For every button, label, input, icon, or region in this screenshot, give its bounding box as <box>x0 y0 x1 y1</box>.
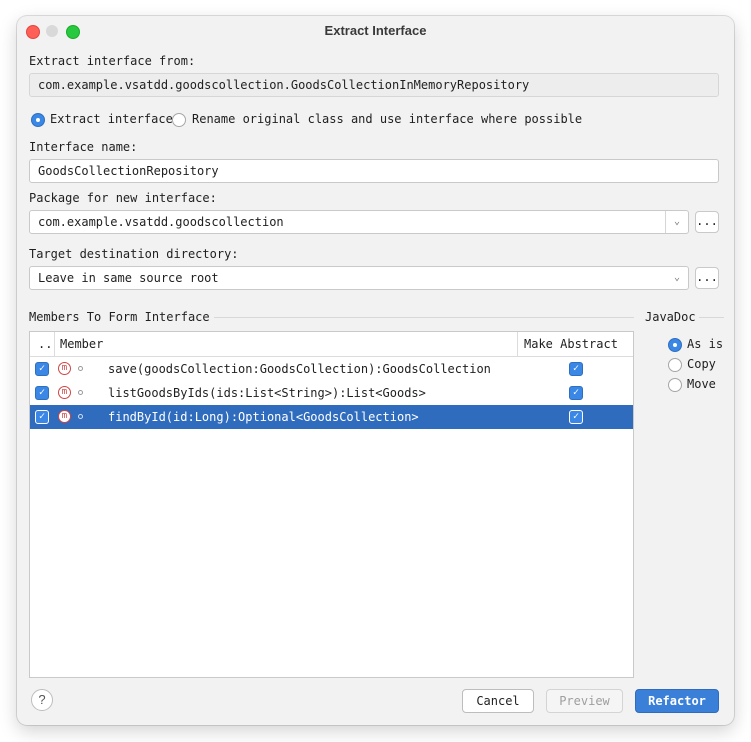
members-separator <box>214 317 634 318</box>
javadoc-as-is-label[interactable]: As is <box>687 337 723 351</box>
preview-button[interactable]: Preview <box>546 689 623 713</box>
package-browse-button[interactable]: ... <box>695 211 719 233</box>
extract-from-field: com.example.vsatdd.goodscollection.Goods… <box>29 73 719 97</box>
window-title: Extract Interface <box>324 23 427 38</box>
rename-original-radio[interactable] <box>172 113 186 127</box>
visibility-icon <box>78 390 83 395</box>
interface-name-label: Interface name: <box>29 140 138 154</box>
javadoc-separator <box>699 317 724 318</box>
javadoc-move-label[interactable]: Move <box>687 377 716 391</box>
member-checkbox[interactable]: ✓ <box>35 410 49 424</box>
cancel-button[interactable]: Cancel <box>462 689 534 713</box>
method-icon: m <box>58 386 71 399</box>
members-section-label: Members To Form Interface <box>29 310 210 324</box>
javadoc-move-radio[interactable] <box>668 378 682 392</box>
package-combo[interactable]: com.example.vsatdd.goodscollection ⌄ <box>29 210 689 234</box>
member-signature: findById(id:Long):Optional<GoodsCollecti… <box>108 410 419 424</box>
member-checkbox[interactable]: ✓ <box>35 362 49 376</box>
member-signature: save(goodsCollection:GoodsCollection):Go… <box>108 362 491 376</box>
table-row[interactable]: ✓ m save(goodsCollection:GoodsCollection… <box>30 357 633 381</box>
refactor-button[interactable]: Refactor <box>635 689 719 713</box>
title-bar: Extract Interface <box>17 16 734 46</box>
members-table[interactable]: .. Member Make Abstract ✓ m save(goodsCo… <box>29 331 634 678</box>
check-column-header[interactable]: .. <box>38 332 52 356</box>
chevron-down-icon[interactable]: ⌄ <box>666 267 688 289</box>
method-icon: m <box>58 410 71 423</box>
package-value: com.example.vsatdd.goodscollection <box>38 215 284 229</box>
members-table-header: .. Member Make Abstract <box>30 332 633 357</box>
package-label: Package for new interface: <box>29 191 217 205</box>
interface-name-input[interactable]: GoodsCollectionRepository <box>29 159 719 183</box>
chevron-down-icon[interactable]: ⌄ <box>665 211 688 233</box>
javadoc-copy-radio[interactable] <box>668 358 682 372</box>
extract-from-label: Extract interface from: <box>29 54 196 68</box>
target-dir-browse-button[interactable]: ... <box>695 267 719 289</box>
extract-interface-dialog: Extract Interface Extract interface from… <box>17 16 734 725</box>
target-dir-value: Leave in same source root <box>38 271 219 285</box>
javadoc-copy-label[interactable]: Copy <box>687 357 716 371</box>
visibility-icon <box>78 414 83 419</box>
extract-interface-radio[interactable] <box>31 113 45 127</box>
column-divider[interactable] <box>54 332 55 356</box>
visibility-icon <box>78 366 83 371</box>
member-column-header[interactable]: Member <box>60 332 103 356</box>
member-checkbox[interactable]: ✓ <box>35 386 49 400</box>
make-abstract-checkbox[interactable]: ✓ <box>569 362 583 376</box>
extract-interface-radio-label[interactable]: Extract interface <box>50 112 173 126</box>
column-divider[interactable] <box>517 332 518 356</box>
target-dir-combo[interactable]: Leave in same source root ⌄ <box>29 266 689 290</box>
table-row[interactable]: ✓ m listGoodsByIds(ids:List<String>):Lis… <box>30 381 633 405</box>
method-icon: m <box>58 362 71 375</box>
help-button[interactable]: ? <box>31 689 53 711</box>
javadoc-as-is-radio[interactable] <box>668 338 682 352</box>
make-abstract-column-header[interactable]: Make Abstract <box>524 332 618 356</box>
member-signature: listGoodsByIds(ids:List<String>):List<Go… <box>108 386 426 400</box>
target-dir-label: Target destination directory: <box>29 247 239 261</box>
rename-original-radio-label[interactable]: Rename original class and use interface … <box>192 112 582 126</box>
make-abstract-checkbox[interactable]: ✓ <box>569 410 583 424</box>
make-abstract-checkbox[interactable]: ✓ <box>569 386 583 400</box>
javadoc-label: JavaDoc <box>645 310 696 324</box>
table-row-selected[interactable]: ✓ m findById(id:Long):Optional<GoodsColl… <box>30 405 633 429</box>
